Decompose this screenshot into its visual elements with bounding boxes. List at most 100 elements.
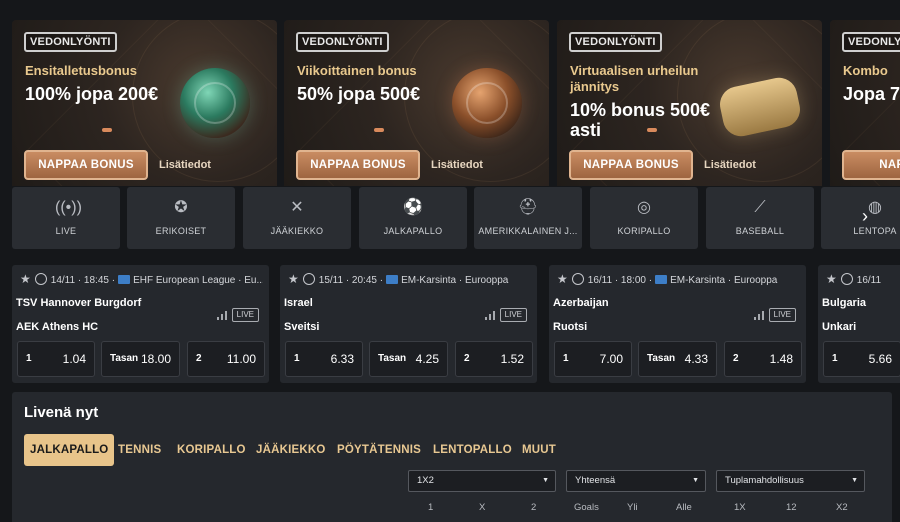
column-header: Yli [627, 502, 638, 513]
star-icon[interactable]: ★ [288, 272, 299, 286]
match-card[interactable]: ★ 16/11 Bulgaria Unkari 1 5.66 [818, 265, 900, 383]
match-datetime: 16/11 · 18:00 [587, 275, 646, 286]
odd-button-home[interactable]: 1 7.00 [554, 341, 632, 377]
sport-item-live[interactable]: ((•)) LIVE [12, 187, 120, 249]
sport-item-ice-hockey[interactable]: ✕ JÄÄKIEKKO [243, 187, 351, 249]
sport-label: JÄÄKIEKKO [270, 226, 324, 236]
live-badge: LIVE [499, 308, 527, 322]
more-info-link[interactable]: Lisätiedot [704, 159, 756, 171]
market-select-double-chance[interactable]: Tuplamahdollisuus ▼ [716, 470, 865, 492]
claim-bonus-button[interactable]: NAPPAA BONUS [569, 150, 693, 180]
sport-item-baseball[interactable]: ⟋ BASEBALL [706, 187, 814, 249]
claim-bonus-button[interactable]: NAPPAA [842, 150, 900, 180]
sport-item-football[interactable]: ⚽ JALKAPALLO [359, 187, 467, 249]
select-value: 1X2 [417, 475, 434, 486]
odd-button-draw[interactable]: Tasan 18.00 [101, 341, 180, 377]
stats-bars-icon[interactable] [217, 311, 227, 320]
sport-item-american-football[interactable]: ⛑ AMERIKKALAINEN J... [474, 187, 582, 249]
live-badge: LIVE [768, 308, 796, 322]
promo-card-first-deposit[interactable]: VEDONLYÖNTI Ensitalletusbonus 100% jopa … [12, 20, 277, 186]
handball-icon [34, 273, 47, 285]
odd-button-home[interactable]: 1 6.33 [285, 341, 363, 377]
team-home: TSV Hannover Burgdorf [16, 297, 142, 309]
tab-table-tennis[interactable]: PÖYTÄTENNIS [337, 434, 421, 466]
tab-ice-hockey[interactable]: JÄÄKIEKKO [256, 434, 326, 466]
star-icon[interactable]: ★ [826, 272, 837, 286]
more-info-link[interactable]: Lisätiedot [431, 159, 483, 171]
chevron-right-icon[interactable]: › [862, 206, 880, 226]
star-icon[interactable]: ★ [20, 272, 31, 286]
promo-title: Ensitalletusbonus [25, 63, 137, 78]
featured-matches: ★ 14/11 · 18:45 · EHF European League · Eu… [12, 265, 900, 383]
promo-divider [647, 128, 657, 132]
sport-item-specials[interactable]: ✪ ERIKOISET [127, 187, 235, 249]
odd-value: 1.04 [62, 352, 86, 366]
claim-bonus-button[interactable]: NAPPAA BONUS [296, 150, 420, 180]
medal-icon: ✪ [174, 199, 188, 216]
flag-icon [118, 275, 131, 284]
tab-other[interactable]: MUUT [522, 434, 556, 466]
match-meta: ★ 15/11 · 20:45 · EM-Karsinta · Eurooppa [288, 272, 509, 286]
match-league: EHF European League [133, 275, 236, 286]
match-league: EM-Karsinta [401, 275, 457, 286]
sport-label: LIVE [55, 226, 77, 236]
odd-value: 18.00 [140, 352, 171, 366]
odd-value: 4.33 [684, 352, 708, 366]
match-card[interactable]: ★ 15/11 · 20:45 · EM-Karsinta · Eurooppa I… [280, 265, 537, 383]
match-datetime: 14/11 · 18:45 [50, 275, 109, 286]
promo-amount: 10% bonus 500€ asti [570, 100, 711, 140]
promo-card-weekly[interactable]: VEDONLYÖNTI Viikoittainen bonus 50% jopa… [284, 20, 549, 186]
soccer-ball-icon [571, 273, 584, 285]
odd-button-home[interactable]: 1 5.66 [823, 341, 900, 377]
promo-divider [102, 128, 112, 132]
baseball-bat-icon: ⟋ [754, 199, 766, 216]
promo-divider [374, 128, 384, 132]
sport-item-volleyball[interactable]: ◍ LENTOPA [821, 187, 900, 249]
promo-amount: 100% jopa 200€ [25, 84, 159, 104]
sport-label: KORIPALLO [617, 226, 671, 236]
basketball-icon: ◎ [637, 199, 651, 216]
sport-label: BASEBALL [735, 226, 785, 236]
odd-value: 6.33 [330, 352, 354, 366]
stats-bars-icon[interactable] [485, 311, 495, 320]
sport-item-basketball[interactable]: ◎ KORIPALLO [590, 187, 698, 249]
match-meta: ★ 16/11 [826, 272, 900, 286]
tab-tennis[interactable]: TENNIS [118, 434, 161, 466]
odd-button-away[interactable]: 2 1.48 [724, 341, 802, 377]
sport-label: LENTOPA [853, 226, 897, 236]
column-header: X2 [836, 502, 848, 513]
team-home: Azerbaijan [553, 297, 609, 309]
promo-tag: VEDONLYÖNTI [569, 32, 662, 52]
promo-tag: VEDONLYÖNTI [24, 32, 117, 52]
team-away: Ruotsi [553, 321, 588, 333]
match-card[interactable]: ★ 16/11 · 18:00 · EM-Karsinta · Eurooppa A… [549, 265, 806, 383]
odd-value: 4.25 [415, 352, 439, 366]
column-header: 2 [531, 502, 537, 513]
tab-basketball[interactable]: KORIPALLO [177, 434, 246, 466]
odd-label: Tasan [110, 353, 139, 364]
odd-button-away[interactable]: 2 1.52 [455, 341, 533, 377]
star-icon[interactable]: ★ [557, 272, 568, 286]
odd-button-away[interactable]: 2 11.00 [187, 341, 265, 377]
market-select-total[interactable]: Yhteensä ▼ [566, 470, 706, 492]
tab-volleyball[interactable]: LENTOPALLO [433, 434, 512, 466]
match-card[interactable]: ★ 14/11 · 18:45 · EHF European League · Eu… [12, 265, 269, 383]
tab-football[interactable]: JALKAPALLO [24, 434, 115, 466]
market-select-1x2[interactable]: 1X2 ▼ [408, 470, 556, 492]
column-header: Alle [676, 502, 692, 513]
live-now-title: Livenä nyt [24, 404, 99, 421]
sport-label: ERIKOISET [155, 226, 207, 236]
odd-value: 11.00 [226, 352, 256, 366]
claim-bonus-button[interactable]: NAPPAA BONUS [24, 150, 148, 180]
promo-tag: VEDONLYÖNTI [296, 32, 389, 52]
odd-label: Tasan [647, 353, 676, 364]
stats-bars-icon[interactable] [754, 311, 764, 320]
odd-label: 2 [196, 353, 202, 364]
promo-card-combo[interactable]: VEDONLYÖNTI Kombo Jopa 7 NAPPAA [830, 20, 900, 186]
odd-button-draw[interactable]: Tasan 4.25 [369, 341, 448, 377]
odd-button-draw[interactable]: Tasan 4.33 [638, 341, 717, 377]
odd-button-home[interactable]: 1 1.04 [17, 341, 95, 377]
promo-card-virtual[interactable]: VEDONLYÖNTI Virtuaalisen urheilun jännit… [557, 20, 822, 186]
match-datetime: 15/11 · 20:45 [318, 275, 377, 286]
more-info-link[interactable]: Lisätiedot [159, 159, 211, 171]
